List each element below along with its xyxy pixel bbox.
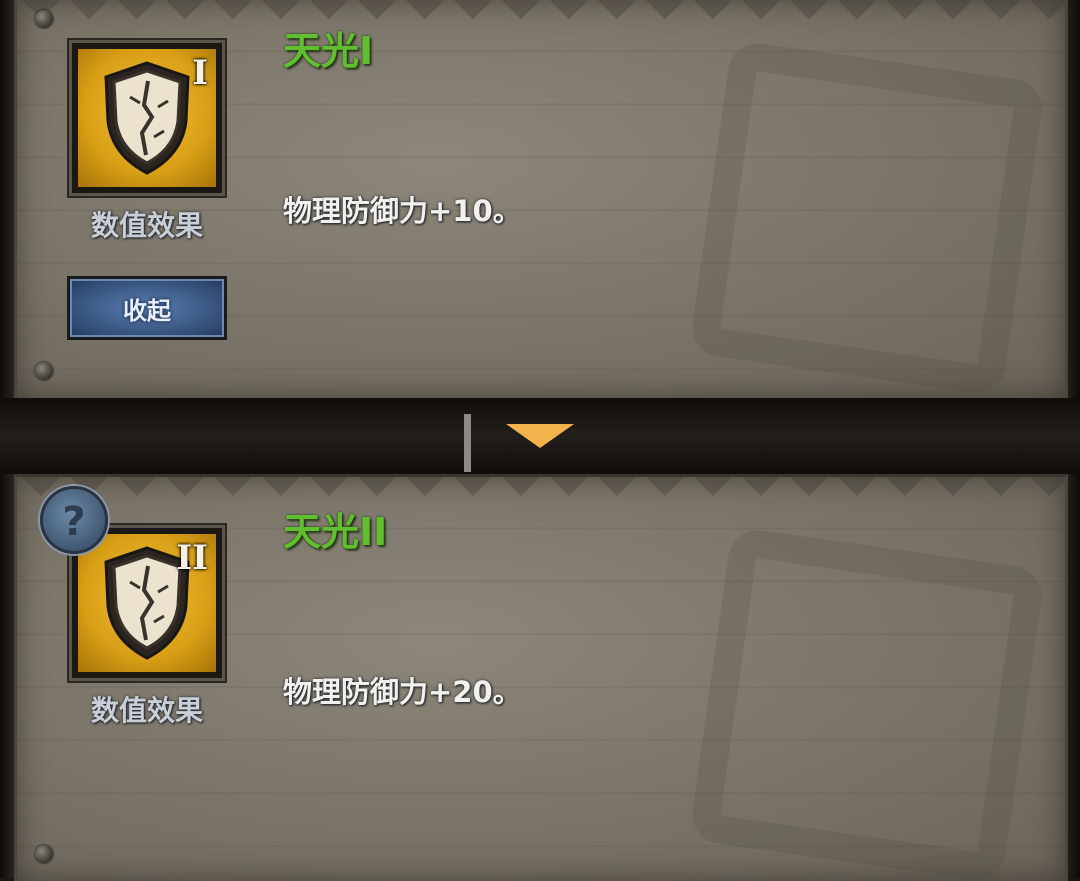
divider-bar — [464, 414, 471, 472]
skill-icon-bg: I — [78, 49, 216, 187]
rivet-icon — [35, 10, 53, 28]
level-numeral: I — [192, 53, 208, 93]
skill-caption: 数值效果 — [90, 694, 203, 727]
skill-panel-2: II 数值效果 天光II 物理防御力+20。 — [14, 474, 1068, 881]
panel-divider — [0, 398, 1080, 474]
rivet-icon — [35, 845, 53, 863]
skill-icon-bg: II — [78, 534, 216, 672]
skill-description: 物理防御力+10。 — [283, 194, 522, 228]
decor-emblem — [688, 526, 1046, 881]
shield-icon — [104, 61, 190, 175]
expand-arrow-icon[interactable] — [506, 424, 574, 448]
skill-panel-1: I 数值效果 天光I 物理防御力+10。 收起 — [14, 0, 1068, 402]
level-numeral: II — [176, 538, 208, 578]
rivet-icon — [35, 362, 53, 380]
skill-icon-frame: I — [69, 40, 225, 196]
skill-title: 天光I — [283, 29, 374, 73]
decor-emblem — [688, 39, 1046, 397]
skill-caption: 数值效果 — [90, 209, 203, 242]
decor-zigzag — [17, 0, 1065, 30]
help-icon[interactable]: ? — [40, 486, 108, 554]
skill-description: 物理防御力+20。 — [283, 675, 522, 709]
decor-zigzag — [17, 477, 1065, 507]
collapse-button[interactable]: 收起 — [67, 276, 227, 340]
skill-title: 天光II — [283, 510, 388, 554]
